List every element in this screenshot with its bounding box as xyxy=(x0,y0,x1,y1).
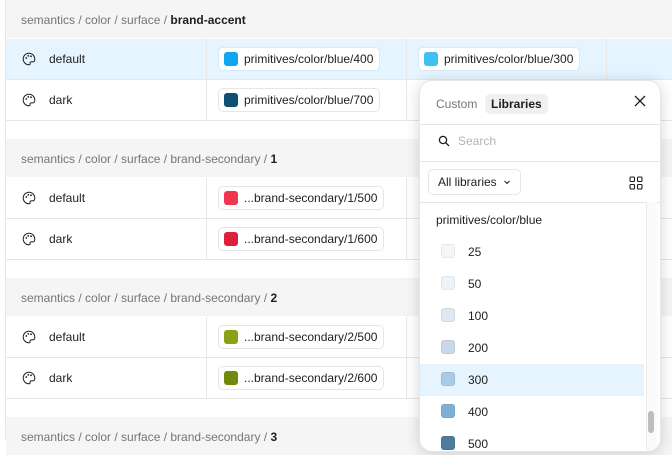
color-option-label: 400 xyxy=(468,405,489,419)
column-divider xyxy=(206,178,207,218)
color-swatch xyxy=(224,93,238,107)
library-filter-label: All libraries xyxy=(438,175,497,189)
color-option-label: 300 xyxy=(468,373,489,387)
color-option-300[interactable]: 300 xyxy=(420,364,644,396)
color-option-25[interactable]: 25 xyxy=(420,236,644,268)
column-divider xyxy=(206,317,207,357)
search-input[interactable] xyxy=(458,131,638,151)
color-swatch xyxy=(424,52,438,66)
color-swatch xyxy=(224,52,238,66)
alias-chip[interactable]: ...brand-secondary/1/600 xyxy=(218,227,385,251)
color-swatch xyxy=(224,191,238,205)
mode-label: dark xyxy=(49,232,73,246)
color-swatch xyxy=(224,371,238,385)
color-option-label: 100 xyxy=(468,309,489,323)
color-swatch xyxy=(441,340,455,354)
tab-custom[interactable]: Custom xyxy=(430,94,483,114)
color-swatch xyxy=(441,276,455,290)
alias-chip[interactable]: ...brand-secondary/1/500 xyxy=(218,186,385,210)
color-option-500[interactable]: 500 xyxy=(420,428,644,451)
palette-icon xyxy=(22,330,36,344)
alias-chip[interactable]: primitives/color/blue/300 xyxy=(418,47,581,71)
column-divider xyxy=(406,219,407,259)
column-divider xyxy=(206,358,207,398)
column-divider xyxy=(406,178,407,218)
palette-icon xyxy=(22,232,36,246)
color-swatch xyxy=(441,372,455,386)
alias-name: primitives/color/blue/400 xyxy=(244,52,374,66)
column-divider xyxy=(206,80,207,120)
library-filter-dropdown[interactable]: All libraries xyxy=(428,169,521,195)
tab-libraries[interactable]: Libraries xyxy=(485,94,548,114)
alias-name: primitives/color/blue/700 xyxy=(244,93,374,107)
divider xyxy=(420,124,660,125)
color-swatch xyxy=(441,308,455,322)
library-section-title: primitives/color/blue xyxy=(436,213,543,227)
variable-row[interactable]: default primitives/color/blue/400 primit… xyxy=(6,39,672,80)
color-option-label: 25 xyxy=(468,245,482,259)
color-swatch xyxy=(441,244,455,258)
group-path: semantics / color / surface / brand-acce… xyxy=(21,13,246,27)
alias-name: ...brand-secondary/1/500 xyxy=(244,191,378,205)
column-divider xyxy=(406,80,407,120)
color-option-label: 500 xyxy=(468,437,489,451)
mode-label: dark xyxy=(49,93,73,107)
column-divider xyxy=(406,39,407,79)
alias-name: primitives/color/blue/300 xyxy=(444,52,574,66)
color-swatch xyxy=(441,436,455,450)
palette-icon xyxy=(22,371,36,385)
mode-label: default xyxy=(49,191,86,205)
search-icon xyxy=(438,135,450,147)
alias-name: ...brand-secondary/2/500 xyxy=(244,330,378,344)
divider xyxy=(420,202,660,203)
palette-icon xyxy=(22,52,36,66)
group-path: semantics / color / surface / brand-seco… xyxy=(21,430,278,444)
color-option-label: 50 xyxy=(468,277,482,291)
palette-icon xyxy=(22,93,36,107)
color-option-200[interactable]: 200 xyxy=(420,332,644,364)
color-option-400[interactable]: 400 xyxy=(420,396,644,428)
alias-chip[interactable]: primitives/color/blue/700 xyxy=(218,88,381,112)
mode-label: default xyxy=(49,330,86,344)
color-swatch xyxy=(224,330,238,344)
column-divider xyxy=(206,39,207,79)
palette-icon xyxy=(22,191,36,205)
color-option-50[interactable]: 50 xyxy=(420,268,644,300)
divider xyxy=(420,161,660,162)
color-swatch xyxy=(224,232,238,246)
mode-label: dark xyxy=(49,371,73,385)
column-divider xyxy=(206,219,207,259)
alias-chip[interactable]: primitives/color/blue/400 xyxy=(218,47,381,71)
color-picker-popover: Custom Libraries All libraries primitive… xyxy=(419,80,661,452)
scrollbar-thumb[interactable] xyxy=(648,411,654,433)
column-divider xyxy=(606,39,607,79)
grid-view-icon[interactable] xyxy=(629,176,643,190)
chevron-down-icon xyxy=(503,180,510,185)
mode-label: default xyxy=(49,52,86,66)
group-path: semantics / color / surface / brand-seco… xyxy=(21,291,278,305)
alias-name: ...brand-secondary/2/600 xyxy=(244,371,378,385)
color-swatch xyxy=(441,404,455,418)
color-option-100[interactable]: 100 xyxy=(420,300,644,332)
alias-name: ...brand-secondary/1/600 xyxy=(244,232,378,246)
column-divider xyxy=(406,358,407,398)
alias-chip[interactable]: ...brand-secondary/2/600 xyxy=(218,366,385,390)
group-path: semantics / color / surface / brand-seco… xyxy=(21,152,278,166)
color-option-label: 200 xyxy=(468,341,489,355)
close-icon[interactable] xyxy=(634,95,646,107)
alias-chip[interactable]: ...brand-secondary/2/500 xyxy=(218,325,385,349)
group-header-brand-accent[interactable]: semantics / color / surface / brand-acce… xyxy=(6,0,672,38)
column-divider xyxy=(406,317,407,357)
